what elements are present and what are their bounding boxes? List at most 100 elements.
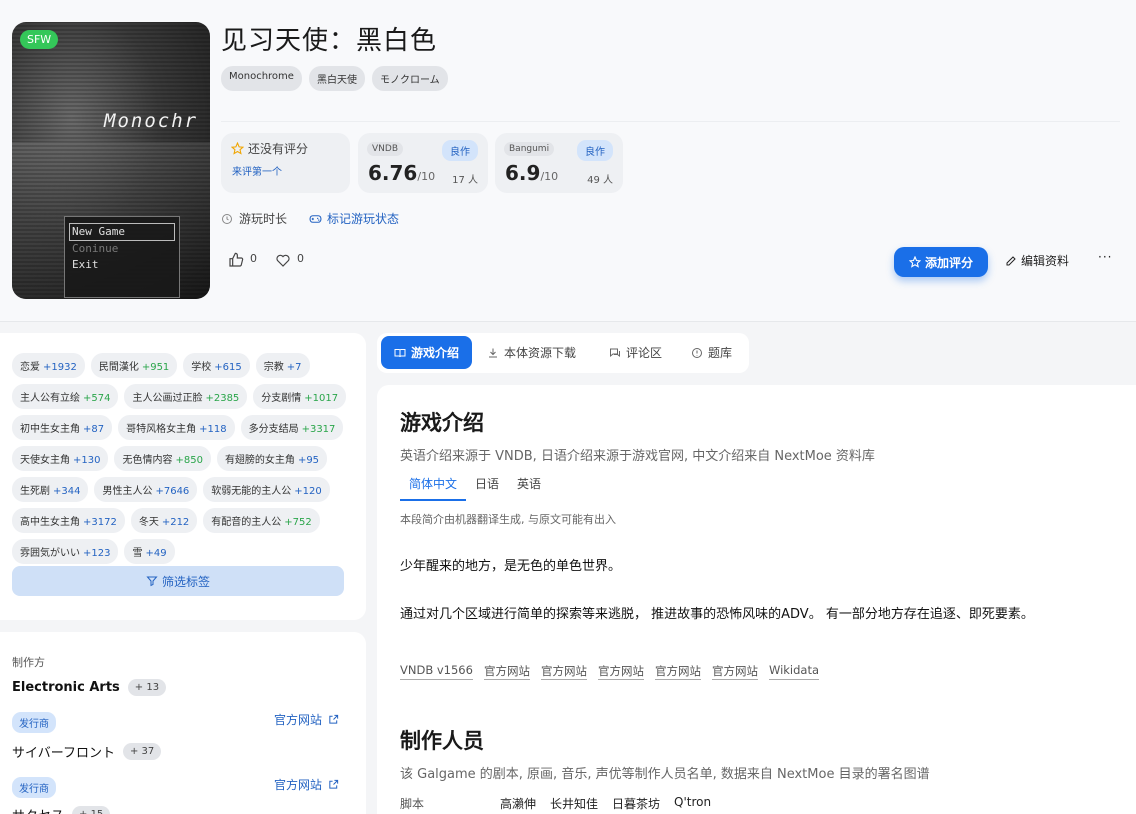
tag-chip[interactable]: 男性主人公 +7646 (94, 477, 198, 502)
tag-chip[interactable]: 宗教 +7 (255, 353, 310, 378)
publisher-role-chip: 发行商 (12, 777, 56, 798)
tag-count: +3172 (83, 517, 117, 528)
no-rating-label: 还没有评分 (248, 142, 309, 156)
edit-icon (1006, 255, 1016, 265)
official-site-link[interactable]: 官方网站 (711, 663, 758, 680)
external-link-icon (329, 779, 339, 789)
tag-chip[interactable]: 冬天 +212 (130, 508, 198, 533)
staff-row: 脚本 高瀨伸 长井知佳 日暮茶坊 Q'tron (400, 795, 725, 812)
tag-name: 主人公画过正脸 (132, 393, 203, 404)
rate-first-link[interactable]: 来评第一个 (232, 163, 282, 178)
tab-intro[interactable]: 游戏介绍 (381, 336, 472, 369)
bangumi-rating-card[interactable]: Bangumi 良作 6.9/10 49 人 (495, 133, 623, 193)
alias-chip: 黑白天使 (308, 66, 365, 91)
source-tag: VNDB (367, 142, 403, 156)
star-icon (231, 142, 244, 155)
official-site-link[interactable]: 官方网站 (483, 663, 530, 680)
favorite-button[interactable]: 0 (275, 252, 304, 268)
tag-chip[interactable]: 恋爱 +1932 (12, 353, 85, 378)
like-button[interactable]: 0 (228, 252, 257, 268)
divider (221, 121, 1120, 122)
tag-chip[interactable]: 天使女主角 +130 (12, 446, 109, 471)
rating-score: 6.76/10 (368, 161, 436, 185)
producer-name[interactable]: Electronic Arts + 13 (12, 679, 167, 696)
tag-chip[interactable]: 学校 +615 (183, 353, 250, 378)
producer-name[interactable]: サイバーフロント + 37 (12, 742, 162, 761)
alias-list: Monochrome 黑白天使 モノクローム (221, 66, 448, 91)
staff-name[interactable]: 长井知佳 (550, 795, 598, 812)
staff-name[interactable]: 日暮茶坊 (612, 795, 660, 812)
language-tabs: 简体中文 日语 英语 (400, 475, 550, 501)
tab-quiz[interactable]: 题库 (691, 336, 732, 369)
tag-chip[interactable]: 有配音的主人公 +752 (203, 508, 320, 533)
tag-count: +212 (161, 517, 190, 528)
tag-name: 冬天 (138, 517, 159, 528)
tag-chip[interactable]: 雰囲気がいい +123 (12, 539, 119, 564)
staff-name[interactable]: Q'tron (674, 795, 711, 812)
tag-name: 天使女主角 (20, 455, 70, 466)
publisher-role-chip: 发行商 (12, 712, 56, 733)
tag-chip[interactable]: 生死剧 +344 (12, 477, 89, 502)
tag-chip[interactable]: 高中生女主角 +3172 (12, 508, 125, 533)
reaction-bar: 0 0 (228, 252, 304, 268)
staff-role-label: 脚本 (400, 797, 425, 811)
tag-count: +118 (199, 424, 227, 435)
favorite-count: 0 (297, 252, 304, 265)
official-site-link[interactable]: 官方网站 (597, 663, 644, 680)
tag-count: +120 (294, 486, 322, 497)
cover-game-menu: New Game Coninue Exit (64, 216, 180, 298)
tag-chip[interactable]: 分支剧情 +1017 (253, 384, 347, 409)
official-site-link[interactable]: 官方网站 (274, 711, 339, 728)
more-options-button[interactable]: ··· (1098, 250, 1112, 264)
tag-name: 雰囲気がいい (20, 548, 80, 559)
filter-tags-button[interactable]: 筛选标签 (12, 566, 344, 596)
tag-chip[interactable]: 民間漢化 +951 (90, 353, 178, 378)
staff-name[interactable]: 高瀨伸 (500, 795, 536, 812)
wikidata-link[interactable]: Wikidata (768, 663, 820, 680)
cover-logo-text: Monochr (104, 110, 199, 132)
tag-chip[interactable]: 雪 +49 (124, 539, 175, 564)
tag-name: 民間漢化 (98, 362, 139, 373)
cover-image[interactable]: Monochr New Game Coninue Exit (12, 22, 210, 299)
tag-chip[interactable]: 主人公画过正脸 +2385 (124, 384, 248, 409)
tag-name: 生死剧 (20, 486, 50, 497)
tag-chip[interactable]: 多分支结局 +3317 (240, 415, 344, 440)
user-rating-card: 还没有评分 来评第一个 (221, 133, 350, 193)
tag-chip[interactable]: 哥特风格女主角 +118 (118, 415, 235, 440)
vndb-link[interactable]: VNDB v1566 (400, 663, 473, 680)
thumbs-up-icon (229, 252, 244, 267)
tag-name: 初中生女主角 (20, 424, 80, 435)
cover-menu-item: Exit (72, 258, 99, 271)
edit-info-button[interactable]: 编辑资料 (1005, 252, 1069, 269)
tag-count: +123 (83, 548, 111, 559)
tag-chip[interactable]: 软弱无能的主人公 +120 (203, 477, 330, 502)
tag-chip[interactable]: 无色情内容 +850 (114, 446, 211, 471)
official-site-link[interactable]: 官方网站 (654, 663, 701, 680)
mark-status-link[interactable]: 标记游玩状态 (309, 210, 399, 227)
game-header: Monochr New Game Coninue Exit SFW 见习天使：黑… (0, 0, 1136, 322)
tag-name: 哥特风格女主角 (126, 424, 197, 435)
tag-name: 无色情内容 (122, 455, 173, 466)
official-site-link[interactable]: 官方网站 (274, 776, 339, 793)
add-rating-button[interactable]: 添加评分 (894, 247, 988, 277)
lang-tab-zh[interactable]: 简体中文 (400, 475, 467, 501)
intro-paragraph: 少年醒来的地方，是无色的单色世界。 (400, 559, 622, 574)
lang-tab-ja[interactable]: 日语 (466, 475, 508, 501)
tag-count: +7 (286, 362, 302, 373)
producer-name[interactable]: サクセス + 15 (12, 805, 111, 814)
tag-chip[interactable]: 有翅膀的女主角 +95 (216, 446, 328, 471)
lang-tab-en[interactable]: 英语 (508, 475, 550, 501)
tag-chip[interactable]: 主人公有立绘 +574 (12, 384, 119, 409)
tag-count: +87 (83, 424, 105, 435)
rating-grade-badge: 良作 (577, 140, 613, 161)
tab-comments[interactable]: 评论区 (609, 336, 662, 369)
machine-translation-note: 本段简介由机器翻译生成, 与原文可能有出入 (400, 513, 616, 526)
tag-count: +574 (83, 393, 111, 404)
official-site-link[interactable]: 官方网站 (540, 663, 587, 680)
filter-icon (146, 576, 158, 587)
tag-chip[interactable]: 初中生女主角 +87 (12, 415, 113, 440)
vndb-rating-card[interactable]: VNDB 良作 6.76/10 17 人 (358, 133, 488, 193)
tag-count: +344 (53, 486, 81, 497)
producer-count-badge: + 15 (72, 806, 111, 814)
tab-download[interactable]: 本体资源下载 (487, 336, 576, 369)
